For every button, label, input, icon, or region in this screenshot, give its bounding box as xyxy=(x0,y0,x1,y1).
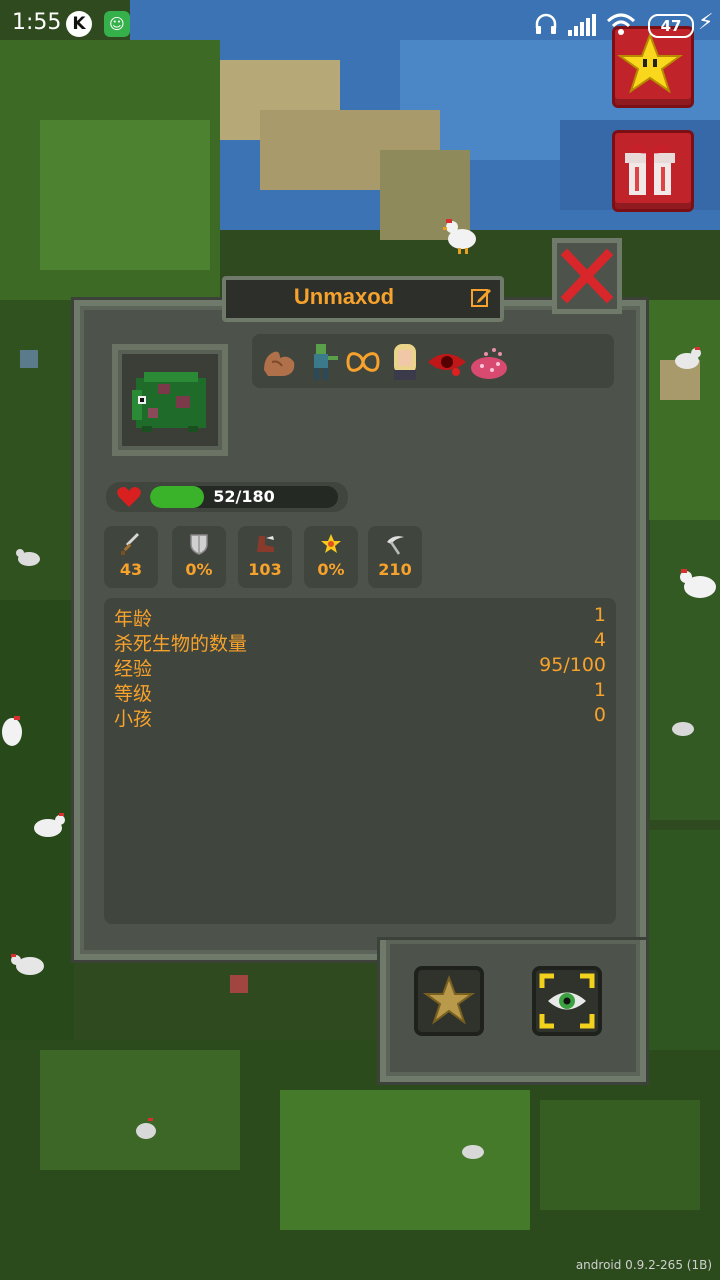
stat-speed: 103 xyxy=(238,526,292,588)
info-label: 经验 xyxy=(114,658,153,680)
info-value: 95/100 xyxy=(539,654,606,676)
stat-value: 0% xyxy=(185,560,213,579)
info-row-level: 等级 1 xyxy=(114,679,606,705)
strong-arm-icon[interactable] xyxy=(258,340,300,382)
chicken-sprite xyxy=(670,345,704,375)
android-icon: ☺ xyxy=(104,11,130,37)
wifi-icon xyxy=(606,13,636,35)
signal-icon xyxy=(568,14,596,36)
favorite-button[interactable] xyxy=(414,966,484,1036)
stat-crit: 0% xyxy=(304,526,358,588)
stat-damage: 43 xyxy=(104,526,158,588)
gift-button[interactable] xyxy=(612,130,694,212)
chicken-sprite xyxy=(132,1114,160,1144)
stat-attack-speed: 210 xyxy=(368,526,422,588)
info-value: 1 xyxy=(593,679,606,701)
info-label: 杀死生物的数量 xyxy=(114,633,248,655)
close-icon xyxy=(560,248,614,304)
chicken-sprite xyxy=(14,545,44,571)
chicken-sprite xyxy=(0,710,28,750)
status-bar: 1:55 K ☺ 47 ⚡ xyxy=(0,0,720,48)
follow-camera-button[interactable] xyxy=(532,966,602,1036)
creature-name-bar[interactable]: Unmaxod xyxy=(222,276,504,322)
info-row-kills: 杀死生物的数量 4 xyxy=(114,629,606,655)
sword-icon xyxy=(121,533,139,555)
heart-icon xyxy=(117,487,141,507)
zombie-icon[interactable] xyxy=(300,340,342,382)
chicken-sprite xyxy=(8,948,48,982)
headphones-icon xyxy=(535,13,557,34)
blonde-woman-icon[interactable] xyxy=(384,340,426,382)
creature-name: Unmaxod xyxy=(293,284,395,309)
boot-icon xyxy=(257,536,274,552)
scythe-icon xyxy=(387,536,404,555)
frog-creature-sprite xyxy=(132,372,206,432)
stat-value: 43 xyxy=(119,560,143,579)
infinity-icon[interactable] xyxy=(342,340,384,382)
info-row-experience: 经验 95/100 xyxy=(114,654,606,680)
chicken-sprite xyxy=(668,715,698,741)
red-eye-icon[interactable] xyxy=(426,340,468,382)
charging-icon: ⚡ xyxy=(698,10,714,35)
info-label: 等级 xyxy=(114,683,153,705)
version-label: android 0.9.2-265 (1B) xyxy=(575,1258,712,1272)
health-value: 52/180 xyxy=(213,487,275,506)
stat-value: 210 xyxy=(378,560,412,579)
chicken-sprite xyxy=(28,808,68,844)
k-app-icon: K xyxy=(66,11,92,37)
info-row-children: 小孩 0 xyxy=(114,704,606,730)
close-button[interactable] xyxy=(552,238,622,314)
info-label: 小孩 xyxy=(114,708,153,730)
info-label: 年龄 xyxy=(114,608,153,630)
info-row-age: 年龄 1 xyxy=(114,604,606,630)
health-indicator: 52/180 xyxy=(106,482,348,512)
chicken-sprite xyxy=(458,1136,488,1164)
stat-value: 0% xyxy=(317,560,345,579)
stat-armor: 0% xyxy=(172,526,226,588)
chicken-sprite xyxy=(676,565,720,605)
chicken-sprite xyxy=(440,215,480,255)
eye-focus-icon xyxy=(539,973,595,1029)
traits-bar xyxy=(252,334,614,388)
info-value: 0 xyxy=(593,704,606,726)
battery-indicator: 47 xyxy=(648,14,694,38)
edit-name-icon[interactable] xyxy=(470,286,492,308)
creature-avatar xyxy=(112,344,228,456)
health-bar: 52/180 xyxy=(150,486,338,508)
shield-icon xyxy=(190,534,208,555)
creature-info-list: 年龄 1 杀死生物的数量 4 经验 95/100 等级 1 小孩 0 xyxy=(104,598,616,924)
info-value: 4 xyxy=(593,629,606,651)
star-icon xyxy=(422,975,476,1025)
gift-icon xyxy=(625,144,675,195)
pink-mushroom-icon[interactable] xyxy=(468,340,510,382)
crit-star-icon xyxy=(321,534,341,553)
info-value: 1 xyxy=(593,604,606,626)
stat-value: 103 xyxy=(248,560,282,579)
clock: 1:55 xyxy=(12,10,62,35)
